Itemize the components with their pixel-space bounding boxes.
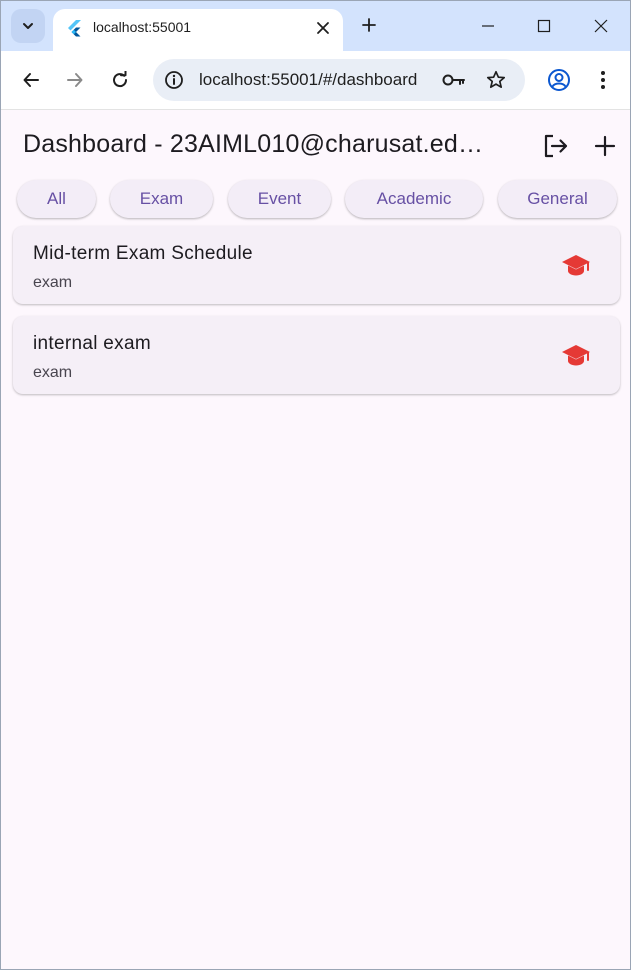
browser-menu-button[interactable]: [591, 66, 615, 94]
back-button[interactable]: [15, 64, 47, 96]
filter-chips: All Exam Event Academic General: [1, 180, 630, 220]
minimize-button[interactable]: [473, 11, 503, 41]
filter-chip-event[interactable]: Event: [228, 180, 331, 218]
flutter-favicon-icon: [68, 20, 81, 37]
profile-icon: [548, 69, 570, 91]
add-button[interactable]: [587, 128, 623, 164]
list-item[interactable]: Mid-term Exam Schedule exam: [13, 226, 620, 304]
browser-tab[interactable]: localhost:55001: [53, 9, 343, 51]
tab-close-button[interactable]: [311, 16, 335, 40]
filter-chip-exam[interactable]: Exam: [110, 180, 213, 218]
close-window-icon: [594, 19, 608, 33]
app-content: Dashboard - 23AIML010@charusat.ed… All E…: [1, 110, 630, 969]
profile-button[interactable]: [545, 66, 573, 94]
key-icon: [442, 74, 465, 86]
page-title: Dashboard - 23AIML010@charusat.ed…: [23, 130, 484, 158]
maximize-icon: [537, 19, 551, 33]
tab-strip: localhost:55001: [1, 1, 630, 51]
more-vert-icon: [601, 71, 605, 89]
star-icon: [486, 70, 506, 89]
plus-icon: [362, 18, 376, 32]
logout-icon: [544, 134, 568, 158]
school-icon: [562, 345, 590, 366]
browser-toolbar: localhost:55001/#/dashboard: [1, 51, 630, 110]
forward-icon: [67, 73, 83, 87]
minimize-icon: [482, 25, 494, 27]
browser-window: localhost:55001 localhost:55001/#/dashbo…: [0, 0, 631, 970]
forward-button[interactable]: [59, 64, 91, 96]
site-info-button[interactable]: [163, 69, 185, 91]
list-item[interactable]: internal exam exam: [13, 316, 620, 394]
item-title: internal exam: [33, 333, 151, 354]
tab-title: localhost:55001: [93, 19, 192, 35]
filter-chip-academic[interactable]: Academic: [345, 180, 483, 218]
maximize-button[interactable]: [529, 11, 559, 41]
password-key-button[interactable]: [441, 68, 467, 92]
new-tab-button[interactable]: [357, 13, 381, 37]
close-window-button[interactable]: [586, 11, 616, 41]
filter-chip-general[interactable]: General: [498, 180, 617, 218]
tab-search-button[interactable]: [11, 9, 45, 43]
item-category: exam: [33, 274, 73, 291]
reload-button[interactable]: [104, 64, 136, 96]
item-title: Mid-term Exam Schedule: [33, 243, 253, 264]
url-text[interactable]: localhost:55001/#/dashboard: [199, 70, 417, 90]
chevron-down-icon: [23, 23, 33, 29]
bookmark-button[interactable]: [483, 68, 509, 92]
filter-chip-all[interactable]: All: [17, 180, 96, 218]
info-icon: [165, 71, 183, 89]
close-icon: [317, 22, 329, 34]
item-category: exam: [33, 364, 73, 381]
address-bar[interactable]: localhost:55001/#/dashboard: [153, 59, 525, 101]
back-icon: [23, 73, 39, 87]
add-icon: [594, 135, 616, 157]
reload-icon: [113, 71, 128, 88]
logout-button[interactable]: [537, 128, 573, 164]
school-icon: [562, 255, 590, 276]
